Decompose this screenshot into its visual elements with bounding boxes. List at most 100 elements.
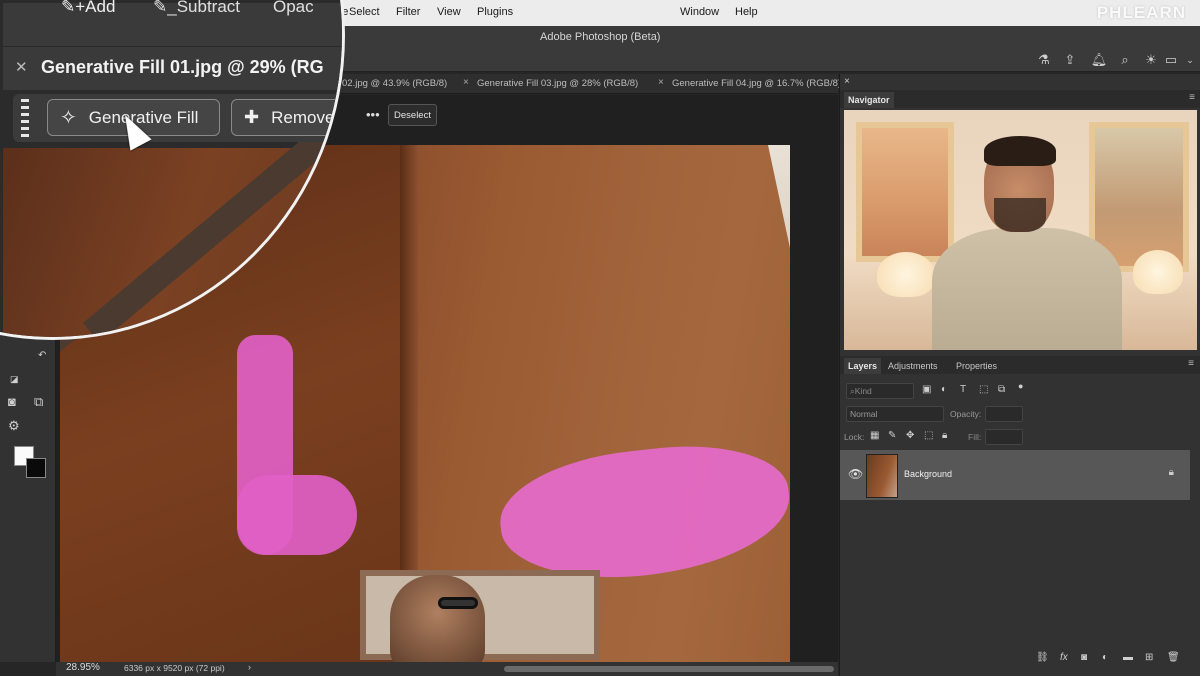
right-panels: × Navigator ≡ Layers Adjustments Propert…: [839, 74, 1200, 676]
brush-minus-icon: ✎_: [153, 0, 177, 16]
menu-item-window[interactable]: Window: [680, 6, 719, 18]
layers-footer: ⛓ fx ◙ ◐ ▬ ⊞ 🗑︎: [840, 650, 1200, 670]
bandage-icon: ✚: [244, 107, 260, 127]
sunglasses: [438, 597, 478, 609]
lock-position-icon[interactable]: ✥: [906, 430, 914, 441]
menu-item-select[interactable]: Select: [349, 6, 380, 18]
link-layers-icon[interactable]: ⛓: [1036, 652, 1049, 663]
new-group-icon[interactable]: ▬: [1123, 652, 1133, 663]
filter-smartobject-icon[interactable]: ⧉: [998, 384, 1005, 395]
photoshop-window: obe Select Filter View Plugins Window He…: [0, 0, 1200, 676]
filter-adjustment-icon[interactable]: ◐: [941, 384, 947, 395]
filter-pixel-icon[interactable]: ▣: [922, 384, 931, 395]
lamp-right: [1133, 250, 1183, 294]
filter-toggle-icon[interactable]: ●: [1018, 381, 1023, 391]
lock-all-icon[interactable]: 🔒︎: [942, 430, 947, 441]
lock-transparent-icon[interactable]: ▦: [870, 430, 879, 441]
taskbar-grip-handle[interactable]: [21, 99, 29, 137]
deselect-button[interactable]: Deselect: [388, 104, 437, 126]
wall-art-left: [856, 122, 954, 262]
panel-menu-icon[interactable]: ≡: [1188, 358, 1194, 369]
filter-shape-icon[interactable]: ⬚: [979, 384, 988, 395]
menu-item-filter[interactable]: Filter: [396, 6, 420, 18]
share-icon[interactable]: ⇪: [1061, 51, 1079, 69]
chevron-right-icon[interactable]: ›: [248, 662, 251, 672]
eye-visibility-icon[interactable]: 👁︎: [848, 467, 863, 481]
lamp-left: [877, 252, 935, 297]
new-layer-icon[interactable]: ⊞: [1145, 652, 1153, 663]
add-label: Add: [85, 0, 116, 16]
document-size: 6336 px x 9520 px (72 ppi): [124, 663, 225, 673]
lock-image-icon[interactable]: ✎: [888, 430, 896, 441]
remove-label: Remove: [271, 107, 335, 127]
screen-mode-icon[interactable]: ⧉: [34, 394, 43, 410]
sparkle-icon: ✧: [60, 107, 77, 129]
new-adjustment-icon[interactable]: ◐: [1102, 652, 1108, 663]
background-color-swatch[interactable]: [26, 458, 46, 478]
bell-icon[interactable]: 🔔︎: [1090, 51, 1108, 69]
filter-type-icon[interactable]: T: [960, 384, 966, 395]
subtract-selection-option[interactable]: ✎_Subtract: [153, 0, 240, 17]
trash-icon[interactable]: 🗑︎: [1167, 652, 1180, 663]
woman-figure: [390, 575, 485, 662]
lock-artboard-icon[interactable]: ⬚: [924, 430, 933, 441]
chevron-down-icon[interactable]: ⌄: [1181, 51, 1199, 69]
lock-label: Lock:: [844, 432, 865, 442]
default-colors-icon[interactable]: ◪: [10, 374, 19, 385]
close-icon[interactable]: ×: [844, 76, 850, 87]
lock-icon[interactable]: 🔒︎: [1169, 467, 1174, 478]
brush-plus-icon: ✎+: [61, 0, 86, 16]
tab-properties[interactable]: Properties: [952, 358, 1001, 374]
tab-doc-02[interactable]: 02.jpg @ 43.9% (RGB/8): [342, 78, 447, 89]
fill-field[interactable]: [985, 429, 1023, 445]
kind-label: Kind: [854, 386, 872, 396]
selection-mask-hook: [237, 475, 357, 555]
quick-mask-icon[interactable]: ◙: [8, 394, 16, 409]
menu-item-view[interactable]: View: [437, 6, 461, 18]
selection-mask-graffiti: [494, 435, 790, 590]
menu-item-help[interactable]: Help: [735, 6, 758, 18]
subtract-label: Subtract: [176, 0, 241, 16]
flask-icon[interactable]: ⚗: [1035, 51, 1053, 69]
tab-adjustments[interactable]: Adjustments: [884, 358, 942, 374]
tab-navigator[interactable]: Navigator: [844, 92, 894, 108]
document-title: Generative Fill 01.jpg @ 29% (RG: [41, 57, 324, 77]
horizontal-scrollbar[interactable]: [504, 666, 834, 672]
sky-patch: [720, 145, 790, 295]
navigator-preview[interactable]: [844, 110, 1197, 350]
layer-thumbnail: [866, 454, 898, 498]
opacity-field[interactable]: [985, 406, 1023, 422]
layer-name[interactable]: Background: [904, 469, 952, 479]
panel-menu-icon[interactable]: ≡: [1189, 92, 1195, 103]
tab-layers[interactable]: Layers: [844, 358, 882, 374]
presenter-hair: [984, 136, 1056, 166]
close-icon[interactable]: ✕: [15, 58, 28, 76]
fill-label: Fill:: [968, 432, 982, 442]
swap-colors-icon[interactable]: ↶: [38, 350, 46, 361]
layer-row-background[interactable]: 👁︎ Background 🔒︎: [840, 450, 1190, 500]
opacity-option-partial[interactable]: Opac: [273, 0, 314, 17]
edit-toolbar-icon[interactable]: ⚙: [8, 418, 20, 434]
blend-mode-select[interactable]: Normal: [846, 406, 944, 422]
menu-item-plugins[interactable]: Plugins: [477, 6, 513, 18]
app-title: Adobe Photoshop (Beta): [540, 31, 661, 43]
layers-header: Layers Adjustments Properties: [840, 356, 1200, 374]
status-bar: 28.95% 6336 px x 9520 px (72 ppi) ›: [56, 662, 838, 676]
close-icon[interactable]: ×: [658, 77, 664, 88]
zoom-level[interactable]: 28.95%: [66, 662, 100, 673]
layer-filter-kind[interactable]: ⌕Kind: [846, 383, 914, 399]
search-icon[interactable]: ⌕: [1116, 51, 1134, 69]
tab-doc-04[interactable]: Generative Fill 04.jpg @ 16.7% (RGB/8): [672, 78, 841, 89]
presenter-shirt: [932, 228, 1122, 350]
brand-watermark: PHLEARN: [1096, 3, 1186, 22]
remove-button[interactable]: ✚ Remove: [231, 99, 342, 136]
more-options-icon[interactable]: •••: [366, 107, 380, 122]
add-mask-icon[interactable]: ◙: [1081, 652, 1087, 663]
tab-doc-03[interactable]: Generative Fill 03.jpg @ 28% (RGB/8): [477, 78, 638, 89]
workspace-icon[interactable]: ▭: [1162, 51, 1180, 69]
presenter-beard: [994, 198, 1046, 232]
add-selection-option[interactable]: ✎+Add: [61, 0, 115, 17]
lightbulb-icon[interactable]: ☀: [1142, 51, 1160, 69]
close-icon[interactable]: ×: [463, 77, 469, 88]
layer-style-icon[interactable]: fx: [1060, 652, 1068, 663]
